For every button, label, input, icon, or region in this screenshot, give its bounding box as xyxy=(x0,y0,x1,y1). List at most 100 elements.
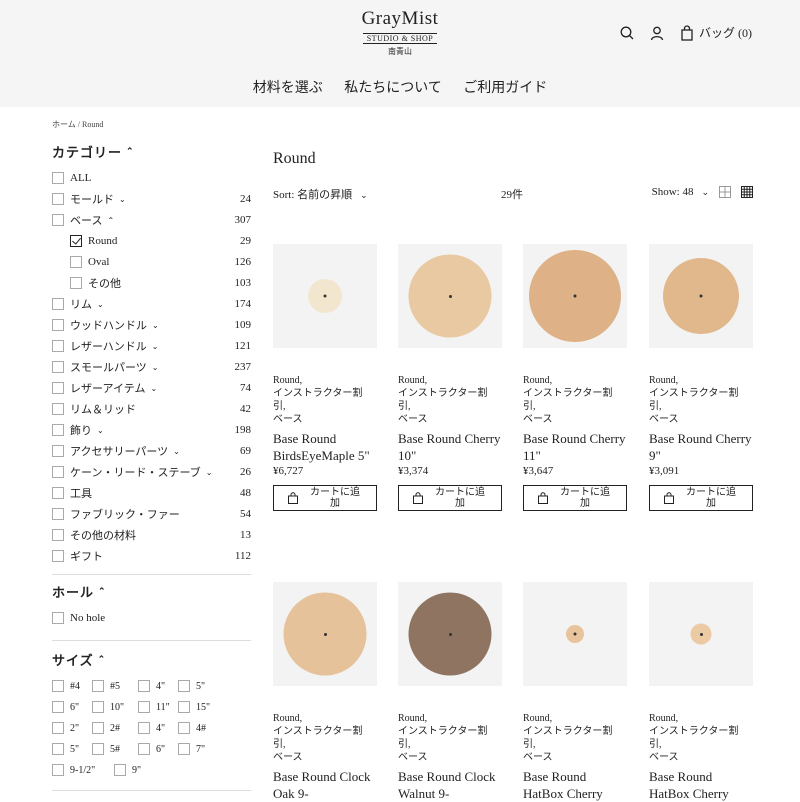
size-option[interactable]: 9-1/2" xyxy=(52,763,95,777)
product-tag[interactable]: インストラクター割 xyxy=(398,725,502,738)
product-name[interactable]: Base Round Clock Oak 9- xyxy=(273,768,377,802)
size-option[interactable]: 6" xyxy=(138,742,165,756)
nav-item-guide[interactable]: ご利用ガイド xyxy=(463,81,547,96)
checkbox[interactable] xyxy=(52,701,64,713)
hole-filter-header[interactable]: ホール ⌃ xyxy=(52,582,107,601)
checkbox[interactable] xyxy=(92,680,104,692)
add-to-cart-button[interactable]: カートに追加 xyxy=(273,485,377,511)
checkbox[interactable] xyxy=(178,722,190,734)
product-name[interactable]: Base Round Cherry 11" xyxy=(523,430,627,464)
checkbox[interactable] xyxy=(52,340,64,352)
category-item[interactable]: アクセサリーパーツ ⌄ 69 xyxy=(52,443,251,459)
chevron-down-icon[interactable]: ⌄ xyxy=(173,447,180,456)
checkbox[interactable] xyxy=(178,701,190,713)
product-tag[interactable]: ベース xyxy=(523,413,627,426)
category-item[interactable]: Oval 126 xyxy=(52,254,251,270)
product-tag[interactable]: Round, xyxy=(649,374,753,387)
product-image[interactable] xyxy=(523,244,627,348)
product-tag[interactable]: 引, xyxy=(398,738,502,751)
chevron-down-icon[interactable]: ⌄ xyxy=(152,363,159,372)
product-tag[interactable]: 引, xyxy=(523,400,627,413)
checkbox[interactable] xyxy=(52,612,64,624)
product-tag[interactable]: インストラクター割 xyxy=(649,387,753,400)
product-tag[interactable]: インストラクター割 xyxy=(273,725,377,738)
category-item[interactable]: 飾り ⌄ 198 xyxy=(52,422,251,438)
product-tag[interactable]: Round, xyxy=(523,712,627,725)
checkbox[interactable] xyxy=(52,193,64,205)
product-image[interactable] xyxy=(273,244,377,348)
size-option[interactable]: #5 xyxy=(92,679,120,693)
add-to-cart-button[interactable]: カートに追加 xyxy=(649,485,753,511)
checkbox[interactable] xyxy=(52,298,64,310)
nav-item-materials[interactable]: 材料を選ぶ xyxy=(253,81,323,96)
category-item[interactable]: その他 103 xyxy=(52,275,251,291)
product-tag[interactable]: Round, xyxy=(273,712,377,725)
checkbox[interactable] xyxy=(52,382,64,394)
product-tag[interactable]: ベース xyxy=(523,751,627,764)
category-item[interactable]: ALL xyxy=(52,170,251,186)
category-item[interactable]: その他の材料 13 xyxy=(52,527,251,543)
grid-4x4-icon[interactable] xyxy=(741,186,753,198)
category-filter-header[interactable]: カテゴリー ⌃ xyxy=(52,142,135,161)
category-item[interactable]: リム＆リッド 42 xyxy=(52,401,251,417)
chevron-down-icon[interactable]: ⌄ xyxy=(206,468,213,477)
category-item[interactable]: 工具 48 xyxy=(52,485,251,501)
checkbox[interactable] xyxy=(92,722,104,734)
chevron-down-icon[interactable]: ⌄ xyxy=(97,426,104,435)
size-option[interactable]: 15" xyxy=(178,700,210,714)
chevron-up-icon[interactable]: ⌃ xyxy=(107,216,114,225)
hole-option-no-hole[interactable]: No hole xyxy=(52,610,251,626)
size-option[interactable]: 4" xyxy=(138,721,165,735)
product-name[interactable]: Base Round Clock Walnut 9- xyxy=(398,768,502,802)
product-card[interactable]: Round, インストラクター割 引, ベース Base Round Cherry 11… xyxy=(523,244,627,511)
checkbox[interactable] xyxy=(92,743,104,755)
size-option[interactable]: 10" xyxy=(92,700,124,714)
product-tag[interactable]: 引, xyxy=(273,400,377,413)
size-option[interactable]: #4 xyxy=(52,679,80,693)
product-tag[interactable]: Round, xyxy=(273,374,377,387)
product-tag[interactable]: ベース xyxy=(649,751,753,764)
add-to-cart-button[interactable]: カートに追加 xyxy=(523,485,627,511)
checkbox[interactable] xyxy=(52,529,64,541)
category-item[interactable]: ギフト 112 xyxy=(52,548,251,564)
product-tag[interactable]: ベース xyxy=(398,413,502,426)
category-item[interactable]: Round 29 xyxy=(52,233,251,249)
product-card[interactable]: Round, インストラクター割 引, ベース Base Round Cherry 10… xyxy=(398,244,502,511)
category-item[interactable]: ファブリック・ファー 54 xyxy=(52,506,251,522)
product-card[interactable]: Round, インストラクター割 引, ベース Base Round HatBox Ch… xyxy=(649,582,753,802)
product-card[interactable]: Round, インストラクター割 引, ベース Base Round Cherry 9"… xyxy=(649,244,753,511)
product-card[interactable]: Round, インストラクター割 引, ベース Base Round BirdsEyeM… xyxy=(273,244,377,511)
breadcrumb[interactable]: ホーム / Round xyxy=(52,119,103,130)
checkbox[interactable] xyxy=(52,445,64,457)
product-tag[interactable]: ベース xyxy=(273,751,377,764)
product-tag[interactable]: 引, xyxy=(649,400,753,413)
checkbox[interactable] xyxy=(138,743,150,755)
checkbox[interactable] xyxy=(52,319,64,331)
product-image[interactable] xyxy=(273,582,377,686)
checkbox[interactable] xyxy=(138,701,150,713)
size-option[interactable]: 5" xyxy=(178,679,205,693)
checkbox[interactable] xyxy=(52,403,64,415)
product-tag[interactable]: インストラクター割 xyxy=(398,387,502,400)
product-tag[interactable]: 引, xyxy=(523,738,627,751)
checkbox[interactable] xyxy=(70,235,82,247)
product-tag[interactable]: インストラクター割 xyxy=(649,725,753,738)
product-image[interactable] xyxy=(523,582,627,686)
product-tag[interactable]: 引, xyxy=(273,738,377,751)
product-image[interactable] xyxy=(649,244,753,348)
checkbox[interactable] xyxy=(52,172,64,184)
checkbox[interactable] xyxy=(138,722,150,734)
product-name[interactable]: Base Round Cherry 9" xyxy=(649,430,753,464)
category-item[interactable]: ベース ⌃ 307 xyxy=(52,212,251,228)
product-name[interactable]: Base Round Cherry 10" xyxy=(398,430,502,464)
checkbox[interactable] xyxy=(70,256,82,268)
checkbox[interactable] xyxy=(52,722,64,734)
checkbox[interactable] xyxy=(178,680,190,692)
product-tag[interactable]: インストラクター割 xyxy=(273,387,377,400)
search-icon[interactable] xyxy=(619,25,635,41)
product-name[interactable]: Base Round BirdsEyeMaple 5" xyxy=(273,430,377,464)
chevron-down-icon[interactable]: ⌄ xyxy=(97,300,104,309)
size-option[interactable]: 7" xyxy=(178,742,205,756)
checkbox[interactable] xyxy=(178,743,190,755)
product-tag[interactable]: ベース xyxy=(273,413,377,426)
